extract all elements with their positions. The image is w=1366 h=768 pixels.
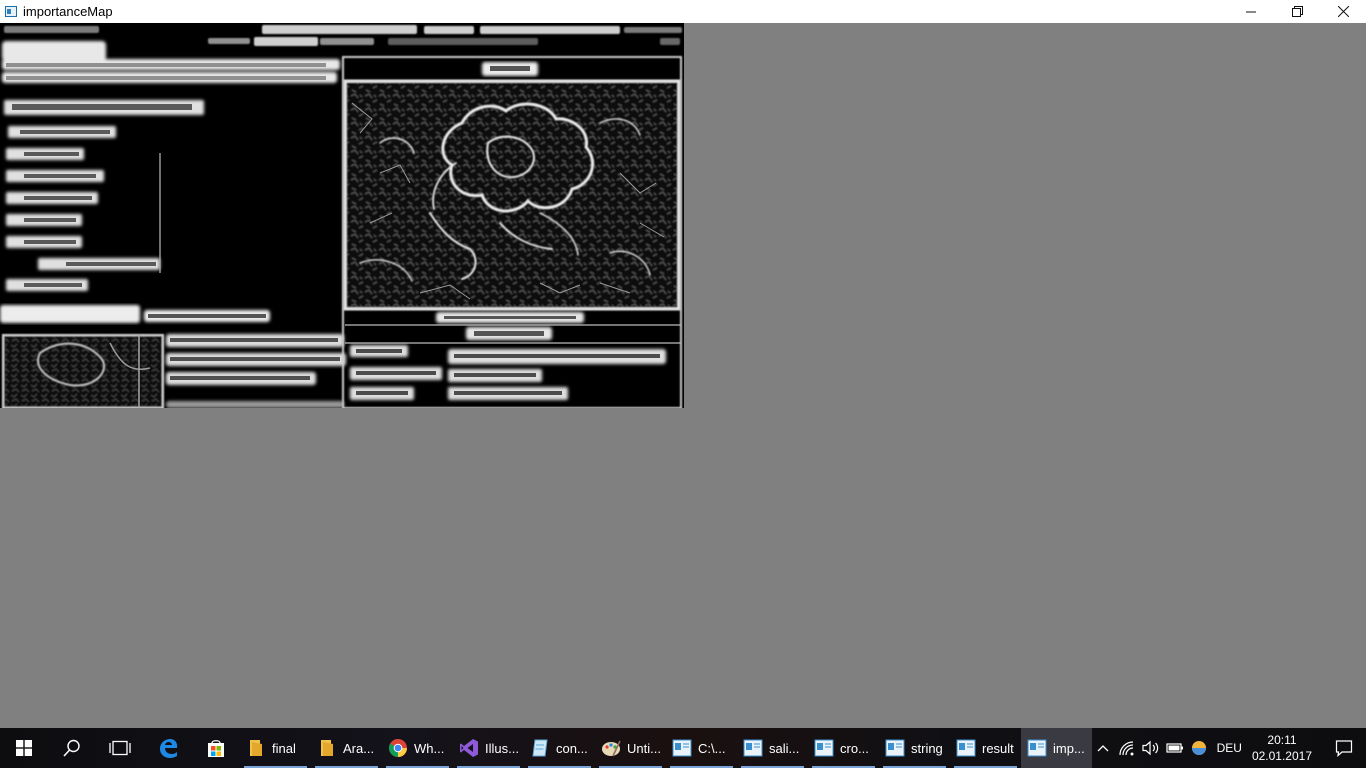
folder-icon <box>246 738 266 758</box>
restore-icon <box>1291 6 1303 17</box>
minimize-icon <box>1246 11 1256 12</box>
taskbar-app-result[interactable]: result <box>950 728 1021 768</box>
battery-icon <box>1165 743 1183 753</box>
taskbar-app-final[interactable]: final <box>240 728 311 768</box>
taskbar-app-label: Ara... <box>343 740 375 756</box>
close-icon <box>1337 6 1349 17</box>
window-icon <box>1027 738 1047 758</box>
clock[interactable]: 20:11 02.01.2017 <box>1252 732 1312 764</box>
paint-icon <box>601 738 621 758</box>
store-button[interactable] <box>192 728 240 768</box>
colorful-app-tray-button[interactable] <box>1187 728 1211 768</box>
show-hidden-icons-button[interactable] <box>1091 728 1115 768</box>
taskbar-app-importancemap[interactable]: imp... <box>1021 728 1092 768</box>
taskbar-app-visual-studio[interactable]: Illus... <box>453 728 524 768</box>
taskbar-app-saliency[interactable]: sali... <box>737 728 808 768</box>
importance-map-graphic <box>0 25 682 408</box>
task-view-icon <box>109 740 131 756</box>
notepad-icon <box>530 738 550 758</box>
edge-button[interactable] <box>144 728 192 768</box>
close-button[interactable] <box>1320 0 1366 23</box>
taskbar-app-label: Wh... <box>414 740 445 756</box>
clock-time: 20:11 <box>1267 733 1297 747</box>
title-bar: importanceMap <box>0 0 1366 23</box>
taskbar-app-label: Unti... <box>627 740 661 756</box>
network-button[interactable] <box>1115 728 1139 768</box>
app-window-icon <box>5 6 17 17</box>
taskbar-app-label: C:\... <box>698 740 726 756</box>
restore-button[interactable] <box>1274 0 1320 23</box>
window-icon <box>743 738 763 758</box>
search-icon <box>63 739 80 757</box>
minimize-button[interactable] <box>1228 0 1274 23</box>
importance-map-image <box>0 23 684 408</box>
window-icon <box>672 738 692 758</box>
taskbar-app-paint[interactable]: Unti... <box>595 728 666 768</box>
wifi-icon <box>1118 741 1134 756</box>
taskbar-app-label: final <box>272 740 296 756</box>
taskbar-app-crop[interactable]: cro... <box>808 728 879 768</box>
taskbar-app-chrome[interactable]: Wh... <box>382 728 453 768</box>
chevron-up-icon <box>1097 745 1109 752</box>
battery-button[interactable] <box>1163 728 1187 768</box>
taskbar-app-label: sali... <box>769 740 800 756</box>
window-controls <box>1228 0 1366 23</box>
windows-logo-icon <box>16 740 32 756</box>
system-tray: DEU 20:11 02.01.2017 <box>1091 728 1366 768</box>
notification-icon <box>1335 740 1353 757</box>
taskbar-app-ara[interactable]: Ara... <box>311 728 382 768</box>
taskbar-app-label: con... <box>556 740 588 756</box>
task-view-button[interactable] <box>96 728 144 768</box>
taskbar-app-notepad[interactable]: con... <box>524 728 595 768</box>
speaker-icon <box>1141 740 1158 756</box>
taskbar-app-label: Illus... <box>485 740 519 756</box>
taskbar-app-string[interactable]: string <box>879 728 950 768</box>
edge-icon <box>160 739 178 758</box>
tray-app-icon <box>1191 741 1206 755</box>
taskbar-app-label: result <box>982 740 1014 756</box>
visual-studio-icon <box>459 738 479 758</box>
taskbar-app-label: imp... <box>1053 740 1085 756</box>
taskbar: final Ara... Wh... Illus... con... Unti.… <box>0 728 1366 768</box>
chrome-icon <box>388 738 408 758</box>
start-button[interactable] <box>0 728 48 768</box>
taskbar-app-console[interactable]: C:\... <box>666 728 737 768</box>
window-icon <box>956 738 976 758</box>
window-icon <box>814 738 834 758</box>
folder-icon <box>317 738 337 758</box>
input-language-indicator[interactable]: DEU <box>1217 741 1242 755</box>
store-icon <box>208 740 224 757</box>
window-icon <box>885 738 905 758</box>
taskbar-app-label: string <box>911 740 943 756</box>
taskbar-app-label: cro... <box>840 740 869 756</box>
clock-date: 02.01.2017 <box>1251 749 1312 763</box>
action-center-button[interactable] <box>1322 728 1366 768</box>
window-title: importanceMap <box>23 4 113 19</box>
volume-button[interactable] <box>1139 728 1163 768</box>
search-button[interactable] <box>48 728 96 768</box>
